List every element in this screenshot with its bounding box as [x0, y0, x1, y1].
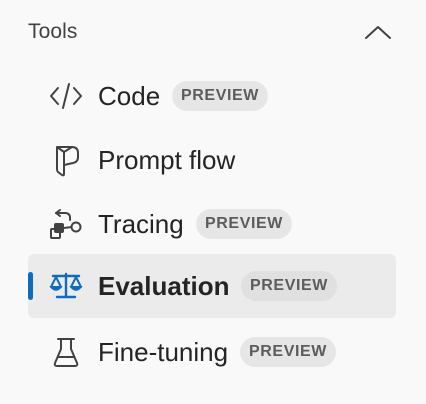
nav-item-label: Tracing	[98, 208, 184, 239]
tools-panel: Tools Code PREVIEW Prompt flow Tracing P…	[0, 0, 426, 404]
nav-item-fine-tuning[interactable]: Fine-tuning PREVIEW	[28, 320, 396, 384]
code-icon	[48, 78, 84, 114]
preview-badge: PREVIEW	[172, 81, 268, 111]
tracing-icon	[48, 206, 84, 242]
tools-section-header[interactable]: Tools	[28, 12, 398, 52]
preview-badge: PREVIEW	[241, 271, 337, 301]
nav-item-prompt-flow[interactable]: Prompt flow	[28, 128, 396, 192]
beaker-icon	[48, 334, 84, 370]
nav-item-evaluation[interactable]: Evaluation PREVIEW	[28, 254, 396, 318]
nav-item-label: Code	[98, 80, 161, 111]
active-indicator	[28, 272, 33, 300]
nav-item-label: Evaluation	[98, 270, 230, 301]
preview-badge: PREVIEW	[240, 337, 336, 367]
section-title: Tools	[28, 20, 78, 43]
prompt-flow-icon	[48, 142, 84, 178]
nav-item-tracing[interactable]: Tracing PREVIEW	[28, 192, 396, 256]
chevron-up-icon[interactable]	[358, 12, 398, 52]
nav-item-code[interactable]: Code PREVIEW	[28, 64, 396, 128]
preview-badge: PREVIEW	[196, 209, 292, 239]
nav-item-label: Prompt flow	[98, 144, 236, 175]
nav-item-label: Fine-tuning	[98, 336, 229, 367]
scales-icon	[48, 268, 84, 304]
